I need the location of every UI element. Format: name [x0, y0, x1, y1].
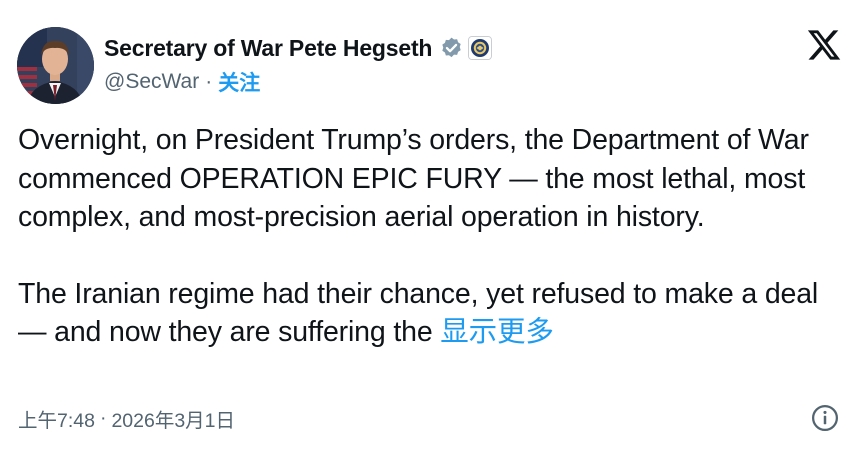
tweet-timestamp[interactable]: 上午7:48 · 2026年3月1日	[18, 403, 235, 433]
tweet-paragraph-1: Overnight, on President Trump’s orders, …	[18, 124, 809, 233]
handle-separator: ·	[205, 70, 213, 93]
info-icon[interactable]	[810, 403, 840, 433]
author-handle-row: @SecWar · 关注	[104, 68, 260, 96]
meta-separator: ·	[99, 406, 107, 429]
tweet-time: 上午7:48	[18, 409, 95, 432]
author-display-name[interactable]: Secretary of War Pete Hegseth	[104, 35, 432, 62]
tweet-date: 2026年3月1日	[111, 409, 236, 432]
tweet-card: Secretary of War Pete Hegseth @SecWar · …	[0, 0, 866, 450]
author-handle[interactable]: @SecWar	[104, 70, 199, 94]
author-name-row: Secretary of War Pete Hegseth	[104, 33, 493, 63]
tweet-text: Overnight, on President Trump’s orders, …	[18, 121, 848, 352]
show-more-link[interactable]: 显示更多	[440, 316, 554, 348]
tweet-paragraph-2-text: The Iranian regime had their chance, yet…	[18, 277, 819, 349]
x-logo-icon[interactable]	[806, 27, 842, 63]
tweet-paragraph-2: The Iranian regime had their chance, yet…	[18, 275, 848, 352]
verified-badge-icon[interactable]	[439, 36, 464, 61]
avatar[interactable]	[17, 27, 94, 104]
follow-button[interactable]: 关注	[218, 67, 260, 97]
department-seal-icon[interactable]	[468, 36, 493, 60]
avatar-image	[17, 27, 94, 104]
